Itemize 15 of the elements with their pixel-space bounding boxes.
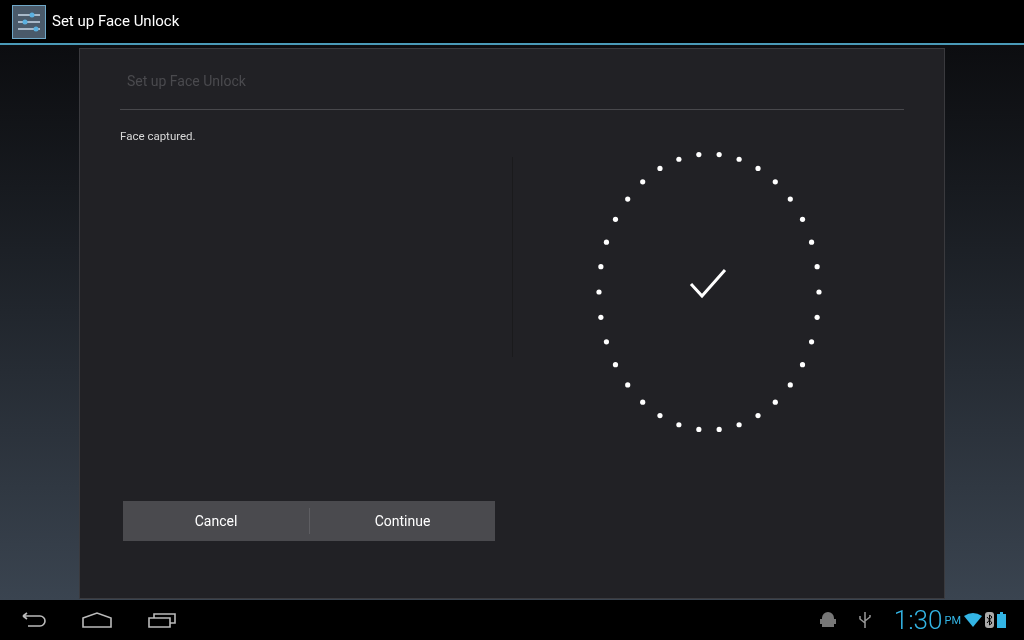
bluetooth-icon — [985, 612, 994, 628]
battery-icon — [997, 612, 1006, 628]
checkmark-icon — [689, 269, 726, 299]
window-title: Set up Face Unlock — [52, 11, 180, 33]
dialog-button[interactable]: Cancel — [123, 501, 309, 541]
clock-time: 1:30 — [893, 607, 943, 633]
settings-sliders-icon — [12, 4, 46, 39]
status-message: Face captured. — [120, 128, 197, 145]
home-icon[interactable] — [82, 612, 112, 628]
wifi-icon — [964, 613, 982, 627]
clock-ampm: PM — [944, 612, 961, 629]
android-icon — [819, 611, 836, 629]
usb-icon — [857, 611, 872, 629]
dialog-button[interactable]: Continue — [310, 501, 495, 541]
recent-apps-icon[interactable] — [148, 612, 176, 628]
